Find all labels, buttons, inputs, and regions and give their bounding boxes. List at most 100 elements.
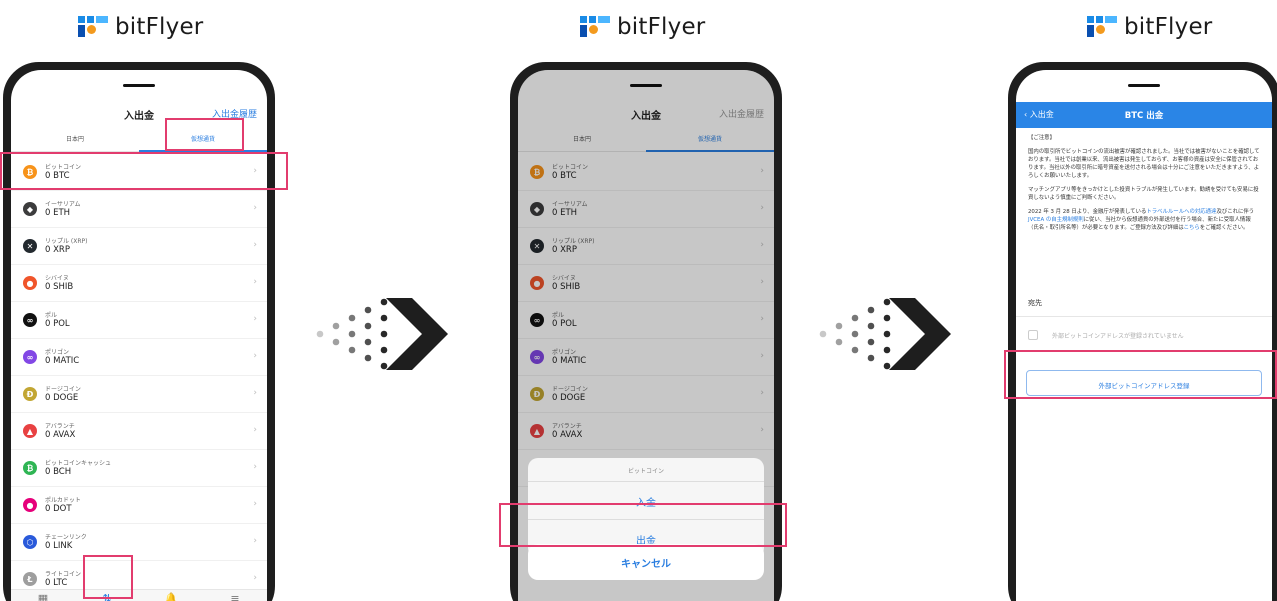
arrow-dot xyxy=(380,330,388,338)
jvcea-link[interactable]: JVCEA の自主規制規則 xyxy=(1028,217,1084,223)
chevron-right-icon: › xyxy=(253,351,257,361)
coin-name: ポルカドット xyxy=(45,497,81,504)
coin-name: イーサリアム xyxy=(45,201,81,208)
coin-balance: 0 BCH xyxy=(45,467,72,477)
coin-row[interactable]: ∞ ポル 0 POL › xyxy=(11,302,267,339)
pol-icon: ∞ xyxy=(23,313,37,327)
arrow-right-icon xyxy=(819,298,951,370)
doge-icon: Ð xyxy=(23,387,37,401)
coin-balance: 0 SHIB xyxy=(45,282,74,292)
phone-3: ‹ 入出金 BTC 出金 【ご注意】 国内の取引所でビットコインの流出被害が確認… xyxy=(1008,62,1277,601)
highlight-crypto-tab xyxy=(165,118,244,151)
coin-balance: 0 DOT xyxy=(45,504,72,514)
home-icon: ▦ xyxy=(37,592,49,601)
coin-row[interactable]: ₿ ビットコインキャッシュ0 BCH › xyxy=(11,450,267,487)
arrow-dot xyxy=(867,338,875,346)
bitflyer-logo-icon xyxy=(1087,16,1117,38)
tab-jpy[interactable]: 日本円 xyxy=(11,134,139,143)
coin-row[interactable]: ● ポルカドット 0 DOT › xyxy=(11,487,267,524)
avax-icon: ▲ xyxy=(23,424,37,438)
eth-icon: ◆ xyxy=(23,202,37,216)
arrow-dot xyxy=(883,298,891,306)
notice-text-segment: をご確認ください。 xyxy=(1199,225,1249,231)
arrow-dot xyxy=(380,298,388,306)
arrow-dot xyxy=(883,314,891,322)
highlight-transfer-tab xyxy=(83,555,133,599)
coin-row[interactable]: Ð ドージコイン 0 DOGE › xyxy=(11,376,267,413)
coin-row[interactable]: ⬡ チェーンリンク 0 LINK › xyxy=(11,524,267,561)
coin-row[interactable]: ▲ アバランチ 0 AVAX › xyxy=(11,413,267,450)
arrow-dot xyxy=(835,322,843,330)
chevron-right-icon: › xyxy=(253,573,257,583)
coin-list: ₿ ビットコイン 0 BTC › ◆ イーサリアム 0 ETH › ✕ リップル (XRP) 0 X… xyxy=(11,154,267,598)
checkbox[interactable] xyxy=(1028,330,1038,340)
arrow-dot xyxy=(851,330,859,338)
link-icon: ⬡ xyxy=(23,535,37,549)
arrow-dot xyxy=(364,322,372,330)
arrow-dot xyxy=(835,338,843,346)
coin-row[interactable]: ◆ イーサリアム 0 ETH › xyxy=(11,191,267,228)
arrow-dot xyxy=(851,314,859,322)
coin-balance: 0 DOGE xyxy=(45,393,79,403)
coin-row[interactable]: ∞ ポリゴン 0 MATIC › xyxy=(11,339,267,376)
chevron-right-icon: › xyxy=(253,462,257,472)
tab-home[interactable]: ▦ホーム xyxy=(11,590,75,601)
arrow-dot xyxy=(819,330,827,338)
dot-icon: ● xyxy=(23,498,37,512)
chevron-right-icon: › xyxy=(253,499,257,509)
arrow-chevron xyxy=(386,298,448,370)
highlight-withdraw-button xyxy=(499,503,787,547)
arrow-dot xyxy=(364,338,372,346)
highlight-btc-row xyxy=(0,152,288,190)
chevron-right-icon: › xyxy=(253,314,257,324)
coin-row[interactable]: ✕ リップル (XRP) 0 XRP › xyxy=(11,228,267,265)
bottom-tab-bar: ▦ホーム⇅入出金🔔お知らせ≡メニュー xyxy=(11,589,267,601)
divider xyxy=(1016,316,1272,317)
tab-menu[interactable]: ≡メニュー xyxy=(203,590,267,601)
chevron-right-icon: › xyxy=(253,388,257,398)
bitflyer-logo-icon xyxy=(580,16,610,38)
arrow-dot xyxy=(348,346,356,354)
coin-name: リップル (XRP) xyxy=(45,238,88,245)
coin-balance: 0 POL xyxy=(45,319,70,329)
details-link[interactable]: こちら xyxy=(1184,225,1200,231)
notice-paragraph-3: 2022 年 3 月 28 日より、金融庁が発表しているトラベルルールへの対応通… xyxy=(1028,208,1260,232)
brand-name: bitFlyer xyxy=(115,14,204,40)
chevron-right-icon: › xyxy=(253,536,257,546)
arrow-dot xyxy=(332,338,340,346)
screen-btc-withdraw: ‹ 入出金 BTC 出金 【ご注意】 国内の取引所でビットコインの流出被害が確認… xyxy=(1016,70,1272,601)
travel-rule-link[interactable]: トラベルルールへの対応通達 xyxy=(1146,209,1216,215)
arrow-dot xyxy=(867,306,875,314)
arrow-dot xyxy=(883,346,891,354)
arrow-dot xyxy=(332,322,340,330)
coin-balance: 0 MATIC xyxy=(45,356,80,366)
cancel-button[interactable]: キャンセル xyxy=(528,544,764,580)
arrow-dot xyxy=(883,330,891,338)
coin-name: ドージコイン xyxy=(45,386,81,393)
chevron-right-icon: › xyxy=(253,203,257,213)
arrow-dot xyxy=(851,346,859,354)
page-title: BTC 出金 xyxy=(1124,111,1164,121)
destination-label: 宛先 xyxy=(1028,299,1042,307)
tab-bell[interactable]: 🔔お知らせ xyxy=(139,590,203,601)
brand-logo-1: bitFlyer xyxy=(78,14,203,40)
coin-name: ビットコインキャッシュ xyxy=(45,460,112,467)
arrow-dot xyxy=(364,354,372,362)
brand-logo-2: bitFlyer xyxy=(580,14,705,40)
brand-name: bitFlyer xyxy=(617,14,706,40)
coin-name: ライトコイン xyxy=(45,571,82,578)
arrow-dot xyxy=(380,362,388,370)
arrow-dot xyxy=(364,306,372,314)
menu-icon: ≡ xyxy=(230,592,240,601)
bitflyer-logo-icon xyxy=(78,16,108,38)
bch-icon: ₿ xyxy=(23,461,37,475)
chevron-right-icon: › xyxy=(253,425,257,435)
action-sheet-title: ビットコイン xyxy=(528,458,764,482)
arrow-dot xyxy=(380,346,388,354)
no-destination-text: 外部ビットコインアドレスが登録されていません xyxy=(1052,333,1184,340)
arrow-dot xyxy=(348,314,356,322)
arrow-dot xyxy=(380,314,388,322)
notice-paragraph-1: 国内の取引所でビットコインの流出被害が確認されました。当社では被害がないことを確… xyxy=(1028,149,1260,179)
ltc-icon: Ł xyxy=(23,572,37,586)
coin-row[interactable]: ● シバイヌ 0 SHIB › xyxy=(11,265,267,302)
